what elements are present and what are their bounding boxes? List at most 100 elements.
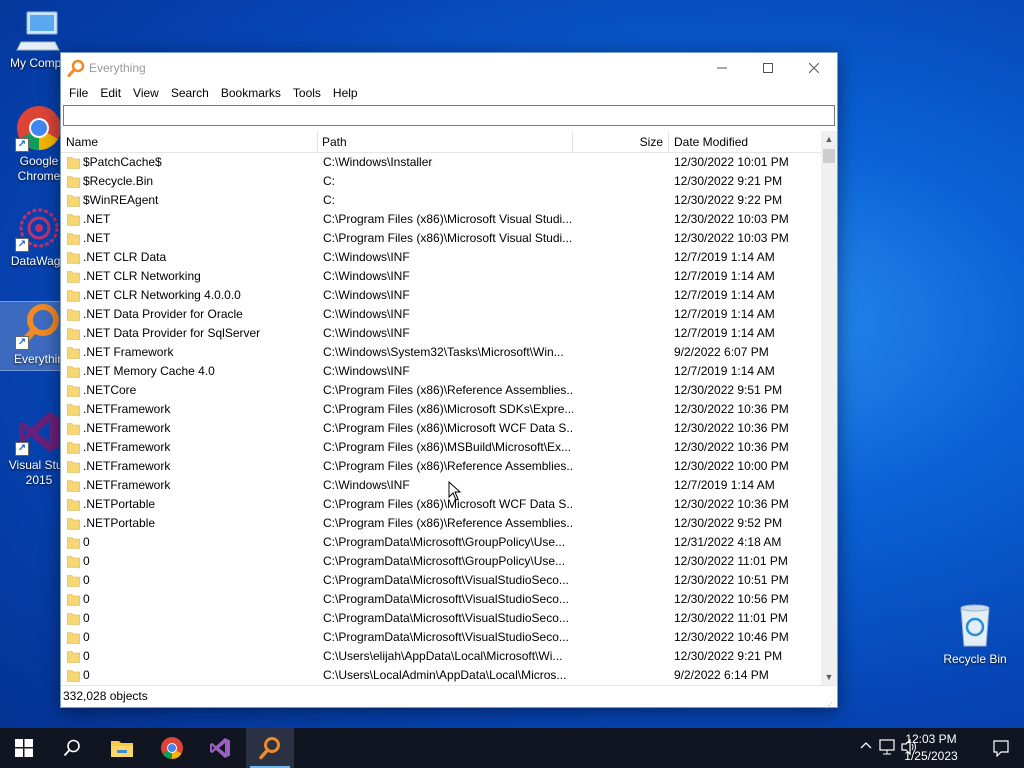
row-name: .NETFramework [83,459,171,473]
table-row[interactable]: 0 C:\Users\LocalAdmin\AppData\Local\Micro… [61,666,821,685]
column-header-size[interactable]: Size [573,131,663,153]
shortcut-arrow-icon: ↗ [15,238,29,252]
menu-tools[interactable]: Tools [287,83,327,103]
minimize-button[interactable] [699,53,745,83]
minimize-icon [717,67,727,69]
taskbar-search-button[interactable] [48,728,96,768]
row-path: C:\ProgramData\Microsoft\VisualStudioSec… [323,573,569,587]
row-date-modified: 12/30/2022 10:51 PM [674,573,789,587]
table-row[interactable]: 0 C:\ProgramData\Microsoft\GroupPolicy\Us… [61,552,821,571]
network-icon[interactable] [878,739,896,758]
table-row[interactable]: 0 C:\ProgramData\Microsoft\VisualStudioSe… [61,609,821,628]
row-path: C:\ProgramData\Microsoft\VisualStudioSec… [323,630,569,644]
scroll-down-icon[interactable]: ▼ [821,669,837,685]
row-date-modified: 12/7/2019 1:14 AM [674,250,775,264]
table-row[interactable]: .NET Data Provider for SqlServer C:\Windo… [61,324,821,343]
title-bar[interactable]: Everything [61,53,837,83]
table-row[interactable]: .NETPortable C:\Program Files (x86)\Micro… [61,495,821,514]
folder-icon [67,556,80,568]
column-header-date-modified[interactable]: Date Modified [674,131,748,153]
column-header-name[interactable]: Name [66,131,98,153]
row-name: 0 [83,535,90,549]
folder-icon [67,423,80,435]
table-row[interactable]: 0 C:\ProgramData\Microsoft\VisualStudioSe… [61,628,821,647]
search-input[interactable] [63,105,835,126]
table-row[interactable]: $Recycle.Bin C: 12/30/2022 9:21 PM [61,172,821,191]
row-date-modified: 9/2/2022 6:07 PM [674,345,769,359]
close-button[interactable] [791,53,837,83]
menu-edit[interactable]: Edit [94,83,127,103]
row-date-modified: 12/30/2022 10:56 PM [674,592,789,606]
table-row[interactable]: 0 C:\ProgramData\Microsoft\GroupPolicy\Us… [61,533,821,552]
start-button[interactable] [0,728,48,768]
vertical-scrollbar[interactable]: ▲ ▼ [821,131,837,685]
scroll-up-icon[interactable]: ▲ [821,131,837,147]
folder-icon [67,233,80,245]
taskbar-visual-studio[interactable] [196,728,244,768]
table-row[interactable]: .NET CLR Networking 4.0.0.0 C:\Windows\IN… [61,286,821,305]
window-title: Everything [89,61,146,75]
row-name: 0 [83,554,90,568]
folder-icon [67,575,80,587]
row-path: C:\ProgramData\Microsoft\VisualStudioSec… [323,611,569,625]
status-bar: 332,028 objects ⋰ [61,685,837,710]
notifications-icon[interactable] [992,739,1010,760]
table-row[interactable]: $PatchCache$ C:\Windows\Installer 12/30/20… [61,153,821,172]
menu-bookmarks[interactable]: Bookmarks [215,83,287,103]
table-row[interactable]: .NETFramework C:\Program Files (x86)\MSBu… [61,438,821,457]
column-divider[interactable] [668,131,669,153]
row-name: .NETCore [83,383,137,397]
row-name: .NET CLR Networking 4.0.0.0 [83,288,241,302]
table-row[interactable]: .NET Memory Cache 4.0 C:\Windows\INF 12/7/… [61,362,821,381]
table-row[interactable]: .NET Data Provider for Oracle C:\Windows\… [61,305,821,324]
row-date-modified: 12/30/2022 10:36 PM [674,402,789,416]
column-divider[interactable] [317,131,318,153]
table-row[interactable]: .NETFramework C:\Program Files (x86)\Refe… [61,457,821,476]
table-row[interactable]: .NETFramework C:\Windows\INF 12/7/2019 1:1… [61,476,821,495]
folder-icon [67,480,80,492]
table-row[interactable]: 0 C:\ProgramData\Microsoft\VisualStudioSe… [61,590,821,609]
table-row[interactable]: .NET C:\Program Files (x86)\Microsoft Vis… [61,229,821,248]
table-row[interactable]: .NET C:\Program Files (x86)\Microsoft Vis… [61,210,821,229]
folder-icon [67,290,80,302]
row-date-modified: 12/30/2022 11:01 PM [674,554,788,568]
folder-icon [67,271,80,283]
folder-icon [67,537,80,549]
table-row[interactable]: .NET Framework C:\Windows\System32\Tasks\… [61,343,821,362]
taskbar-everything[interactable] [246,728,294,768]
column-header-row: Name Path Size Date Modified [61,131,821,153]
scroll-thumb[interactable] [823,149,835,163]
table-row[interactable]: 0 C:\Users\elijah\AppData\Local\Microsoft… [61,647,821,666]
folder-icon [67,252,80,264]
resize-grip-icon[interactable]: ⋰ [825,695,835,710]
row-name: $WinREAgent [83,193,159,207]
row-path: C:\ProgramData\Microsoft\GroupPolicy\Use… [323,554,566,568]
maximize-button[interactable] [745,53,791,83]
show-hidden-icons-chevron-icon[interactable] [860,739,872,754]
recycle-bin-icon [951,602,999,650]
table-row[interactable]: .NET CLR Networking C:\Windows\INF 12/7/20… [61,267,821,286]
row-name: .NETFramework [83,478,171,492]
table-row[interactable]: $WinREAgent C: 12/30/2022 9:22 PM [61,191,821,210]
row-date-modified: 12/30/2022 10:36 PM [674,497,789,511]
taskbar-chrome[interactable] [148,728,196,768]
taskbar: 12:03 PM 1/25/2023 [0,728,1024,768]
row-date-modified: 12/30/2022 9:51 PM [674,383,783,397]
table-row[interactable]: .NETFramework C:\Program Files (x86)\Micr… [61,419,821,438]
results-list: Name Path Size Date Modified $PatchCache… [61,131,837,685]
menu-help[interactable]: Help [327,83,364,103]
row-date-modified: 12/30/2022 9:21 PM [674,174,783,188]
menu-search[interactable]: Search [165,83,215,103]
menu-bar: File Edit View Search Bookmarks Tools He… [61,83,837,103]
desktop-icon-recycle-bin[interactable]: Recycle Bin [936,602,1014,667]
menu-view[interactable]: View [127,83,165,103]
table-row[interactable]: .NETFramework C:\Program Files (x86)\Micr… [61,400,821,419]
column-header-path[interactable]: Path [322,131,347,153]
taskbar-file-explorer[interactable] [98,728,146,768]
clock[interactable]: 12:03 PM 1/25/2023 [896,731,966,765]
table-row[interactable]: 0 C:\ProgramData\Microsoft\VisualStudioSe… [61,571,821,590]
table-row[interactable]: .NETPortable C:\Program Files (x86)\Refer… [61,514,821,533]
menu-file[interactable]: File [63,83,94,103]
table-row[interactable]: .NETCore C:\Program Files (x86)\Reference… [61,381,821,400]
table-row[interactable]: .NET CLR Data C:\Windows\INF 12/7/2019 1:1… [61,248,821,267]
